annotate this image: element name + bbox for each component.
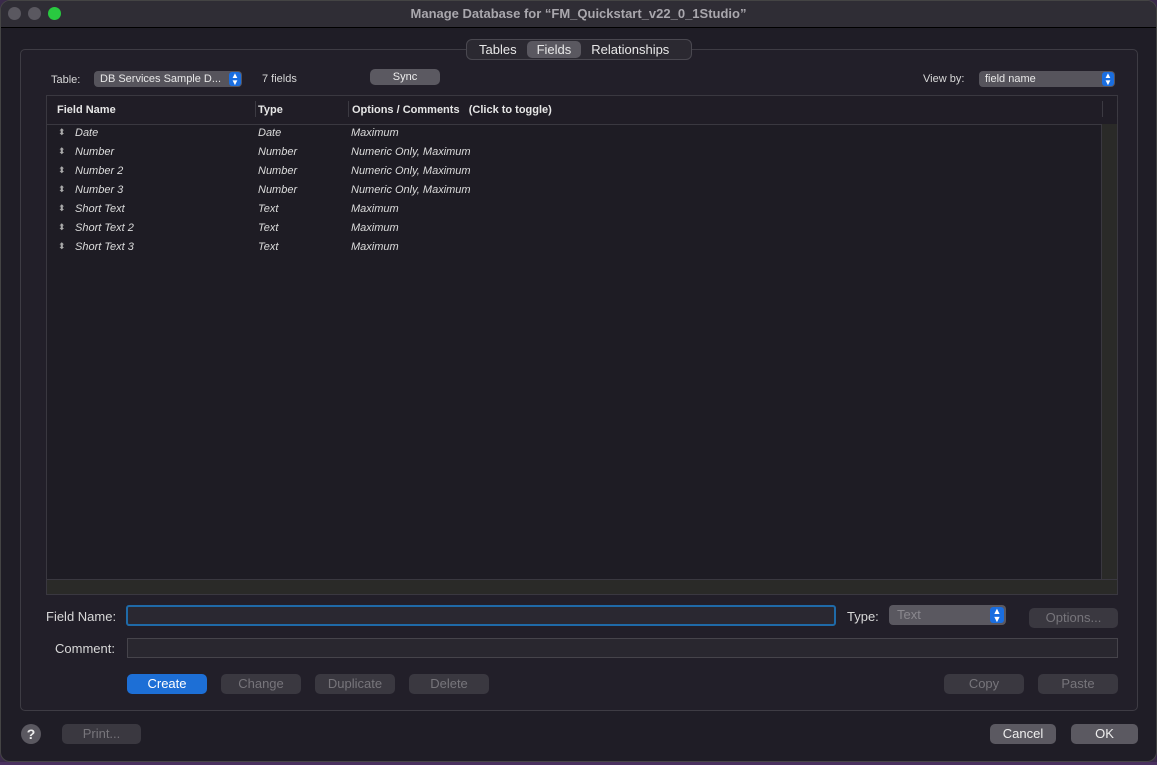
- table-row[interactable]: ⬍ Number 2 Number Numeric Only, Maximum: [47, 162, 1103, 181]
- table-row[interactable]: ⬍ Short Text 3 Text Maximum: [47, 238, 1103, 257]
- row-type: Text: [258, 222, 279, 234]
- duplicate-button[interactable]: Duplicate: [315, 674, 395, 694]
- view-by-select[interactable]: field name ▲ ▼: [979, 71, 1115, 87]
- row-type: Number: [258, 146, 298, 158]
- ok-button[interactable]: OK: [1071, 724, 1138, 744]
- row-options: Numeric Only, Maximum: [351, 184, 471, 196]
- horizontal-scrollbar[interactable]: [47, 579, 1117, 594]
- change-button[interactable]: Change: [221, 674, 301, 694]
- column-header-type[interactable]: Type: [258, 104, 283, 116]
- drag-handle-icon[interactable]: ⬍: [58, 222, 66, 233]
- row-type: Number: [258, 184, 298, 196]
- delete-button[interactable]: Delete: [409, 674, 489, 694]
- paste-button[interactable]: Paste: [1038, 674, 1118, 694]
- list-header: Field Name Type Options / Comments (Clic…: [47, 96, 1118, 125]
- copy-button[interactable]: Copy: [944, 674, 1024, 694]
- row-field-name: Number 2: [75, 165, 124, 177]
- comment-label: Comment:: [55, 641, 115, 656]
- table-row[interactable]: ⬍ Number 3 Number Numeric Only, Maximum: [47, 181, 1103, 200]
- cancel-button[interactable]: Cancel: [990, 724, 1056, 744]
- drag-handle-icon[interactable]: ⬍: [58, 146, 66, 157]
- tab-fields[interactable]: Fields: [526, 41, 582, 58]
- column-divider: [1117, 101, 1118, 117]
- table-row[interactable]: ⬍ Number Number Numeric Only, Maximum: [47, 143, 1103, 162]
- table-select[interactable]: DB Services Sample D... ▲ ▼: [94, 71, 242, 87]
- view-by-label: View by:: [923, 73, 965, 85]
- type-select[interactable]: Text ▲ ▼: [889, 605, 1006, 625]
- drag-handle-icon[interactable]: ⬍: [58, 184, 66, 195]
- row-field-name: Date: [75, 127, 99, 139]
- field-name-input[interactable]: [126, 605, 836, 626]
- table-row[interactable]: ⬍ Short Text Text Maximum: [47, 200, 1103, 219]
- help-button[interactable]: ?: [21, 724, 41, 744]
- tab-relationships[interactable]: Relationships: [581, 41, 679, 58]
- column-header-options[interactable]: Options / Comments (Click to toggle): [352, 104, 552, 116]
- row-field-name: Number 3: [75, 184, 124, 196]
- sync-button[interactable]: Sync: [370, 69, 440, 85]
- type-label: Type:: [847, 609, 879, 624]
- tab-tables[interactable]: Tables: [469, 41, 527, 58]
- list-body: ⬍ Date Date Maximum ⬍ Number Number Nume…: [47, 124, 1103, 580]
- row-type: Text: [258, 241, 279, 253]
- table-select-value: DB Services Sample D...: [100, 73, 222, 85]
- table-row[interactable]: ⬍ Short Text 2 Text Maximum: [47, 219, 1103, 238]
- column-divider[interactable]: [255, 101, 256, 117]
- chevron-updown-icon: ▲ ▼: [1102, 72, 1114, 87]
- row-options: Maximum: [351, 222, 399, 234]
- column-divider: [1102, 101, 1103, 117]
- row-field-name: Number: [75, 146, 115, 158]
- options-button[interactable]: Options...: [1029, 608, 1118, 628]
- chevron-updown-icon: ▲ ▼: [990, 607, 1004, 624]
- comment-input[interactable]: [127, 638, 1118, 658]
- drag-handle-icon[interactable]: ⬍: [58, 203, 66, 214]
- row-field-name: Short Text 3: [75, 241, 134, 253]
- type-select-value: Text: [897, 607, 921, 622]
- tab-bar: Tables Fields Relationships: [466, 39, 692, 60]
- row-options: Maximum: [351, 127, 399, 139]
- drag-handle-icon[interactable]: ⬍: [58, 241, 66, 252]
- drag-handle-icon[interactable]: ⬍: [58, 165, 66, 176]
- row-type: Number: [258, 165, 298, 177]
- print-button[interactable]: Print...: [62, 724, 141, 744]
- chevron-updown-icon: ▲ ▼: [229, 72, 241, 87]
- table-label: Table:: [51, 74, 81, 86]
- row-options: Maximum: [351, 241, 399, 253]
- drag-handle-icon[interactable]: ⬍: [58, 127, 66, 138]
- table-row[interactable]: ⬍ Date Date Maximum: [47, 124, 1103, 143]
- create-button[interactable]: Create: [127, 674, 207, 694]
- row-field-name: Short Text 2: [75, 222, 134, 234]
- row-options: Numeric Only, Maximum: [351, 146, 471, 158]
- field-count: 7 fields: [262, 73, 297, 85]
- field-name-label: Field Name:: [46, 609, 117, 624]
- row-options: Maximum: [351, 203, 399, 215]
- row-type: Text: [258, 203, 279, 215]
- column-header-field-name[interactable]: Field Name: [57, 104, 116, 116]
- row-type: Date: [258, 127, 282, 139]
- vertical-scrollbar[interactable]: [1101, 124, 1117, 580]
- manage-database-window: Manage Database for “FM_Quickstart_v22_0…: [0, 0, 1157, 762]
- column-divider[interactable]: [348, 101, 349, 117]
- fields-list: Field Name Type Options / Comments (Clic…: [46, 95, 1118, 595]
- row-field-name: Short Text: [75, 203, 125, 215]
- window-title: Manage Database for “FM_Quickstart_v22_0…: [410, 6, 747, 21]
- row-options: Numeric Only, Maximum: [351, 165, 471, 177]
- title-bar: Manage Database for “FM_Quickstart_v22_0…: [1, 1, 1156, 28]
- view-by-value: field name: [985, 73, 1036, 85]
